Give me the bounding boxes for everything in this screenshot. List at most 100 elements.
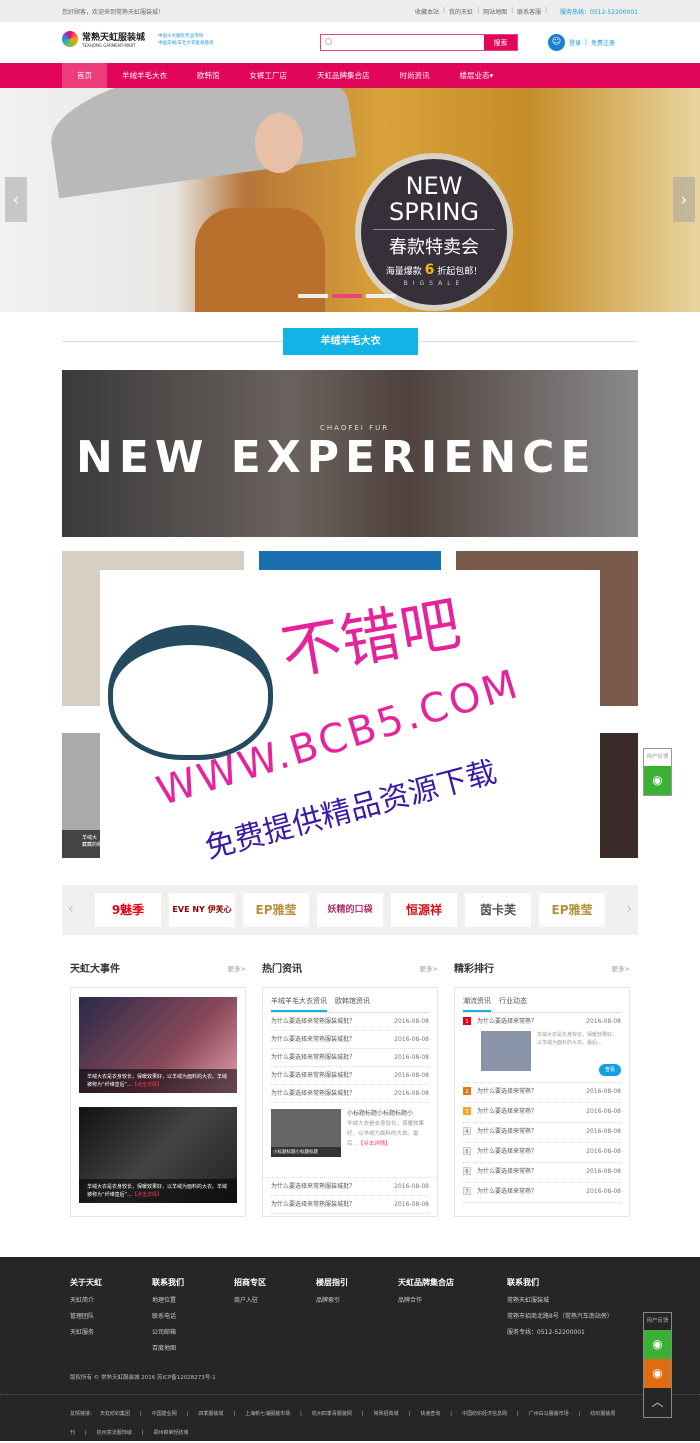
item-date: 2016-08-08 (394, 1183, 429, 1190)
brand-logo[interactable]: 恒源祥 (391, 893, 457, 927)
tab-euro-news[interactable]: 欧韩馆资讯 (335, 996, 370, 1012)
tab-cashmere-news[interactable]: 羊绒羊毛大衣资讯 (271, 996, 327, 1012)
tab-trend[interactable]: 潮流资讯 (463, 996, 491, 1012)
footer-link[interactable]: 品牌合作 (398, 1293, 454, 1309)
list-item[interactable]: 为什么要选择来常熟服装城批？ 2016-08-08 (271, 1196, 429, 1214)
list-item[interactable]: 为什么要选择来常熟服装城批？ 2016-08-08 (271, 1085, 429, 1103)
wechat-icon[interactable]: ◉ (644, 1330, 671, 1359)
list-item[interactable]: 为什么要选择来常熟服装城批？ 2016-08-08 (271, 1178, 429, 1196)
friend-link[interactable]: 四季服装城 (198, 1411, 223, 1417)
brand-next-arrow[interactable]: › (626, 901, 632, 917)
hero-prev-arrow[interactable]: ‹ (5, 177, 27, 222)
footer-link[interactable]: 管理团队 (70, 1309, 102, 1325)
nav-home[interactable]: 首页 (62, 63, 107, 88)
friend-link[interactable]: 天虹纺织集团 (100, 1411, 130, 1417)
footer-link[interactable]: 百度地图 (152, 1341, 184, 1357)
item-date: 2016-08-08 (394, 1036, 429, 1043)
welcome-text: 您好顾客，欢迎来到常熟天虹服装城！ (62, 9, 165, 16)
brand-logo[interactable]: EVE NY 伊芙心悦 (169, 893, 235, 927)
friend-link[interactable]: 郑州锦荣轻纺城 (153, 1430, 188, 1436)
list-item[interactable]: 为什么要选择来常熟服装城批？ 2016-08-08 (271, 1013, 429, 1031)
slider-dot[interactable] (298, 294, 328, 298)
feedback-button[interactable]: 用户反馈 (644, 749, 671, 766)
friend-link[interactable]: 中国纺织经济信息网 (462, 1411, 507, 1417)
footer-link[interactable]: 天虹服务 (70, 1325, 102, 1341)
friend-link[interactable]: 快递查询 (420, 1411, 440, 1417)
footer-link[interactable]: 品牌索引 (316, 1293, 348, 1309)
more-link[interactable]: 更多> (420, 963, 438, 973)
footer-link[interactable]: 地理位置 (152, 1293, 184, 1309)
search-input[interactable] (321, 35, 484, 50)
nav-pants-factory[interactable]: 女裤工厂店 (235, 63, 303, 88)
footer-column: 楼层指引 品牌索引 (316, 1275, 348, 1309)
list-item[interactable]: 2 为什么要选择来常熟？ 2016-08-08 (463, 1083, 621, 1103)
link-sitemap[interactable]: 网站地图 (483, 7, 507, 16)
register-link[interactable]: 免费注册 (591, 38, 615, 47)
rank-number: 4 (463, 1127, 471, 1135)
footer-link[interactable]: 公司邮箱 (152, 1325, 184, 1341)
tab-industry[interactable]: 行业动态 (499, 996, 527, 1012)
logo[interactable]: 常熟天虹服装城 TEXHONG GARMENT-MART (62, 30, 145, 48)
nav-fashion-news[interactable]: 时尚资讯 (385, 63, 445, 88)
weibo-icon[interactable]: ◉ (644, 1359, 671, 1388)
footer-link[interactable]: 联系电话 (152, 1309, 184, 1325)
footer-link[interactable]: 天虹简介 (70, 1293, 102, 1309)
link-service[interactable]: 联系客服 (517, 7, 541, 16)
rank-number: 2 (463, 1087, 471, 1095)
event-item[interactable]: 羊绒大衣是衣身较长，保暖效果好，以羊绒为面料的大衣。羊绒被称为“纤维皇后”...… (79, 997, 237, 1093)
hero-next-arrow[interactable]: › (673, 177, 695, 222)
slider-dots (298, 294, 396, 298)
link-my-texhong[interactable]: 我的天虹 (449, 7, 473, 16)
top-links: 收藏本站 | 我的天虹 | 网站地图 | 联系客服 | (415, 7, 548, 16)
slider-dot[interactable] (366, 294, 396, 298)
list-item[interactable]: 4 为什么要选择来常熟？ 2016-08-08 (463, 1123, 621, 1143)
more-link[interactable]: 更多> (612, 963, 630, 973)
brand-prev-arrow[interactable]: ‹ (68, 901, 74, 917)
brand-logo[interactable]: EP雅莹 (539, 893, 605, 927)
nav-euro-korean[interactable]: 欧韩馆 (182, 63, 235, 88)
ranking-item[interactable]: 1 为什么要选择来常熟？ 2016-08-08 (463, 1013, 621, 1031)
banner-sub: CHAOFEI FUR (320, 424, 390, 432)
list-item[interactable]: 为什么要选择来常熟服装城批？ 2016-08-08 (271, 1067, 429, 1085)
back-to-top-icon[interactable]: ︿ (644, 1388, 671, 1417)
banner-text: NEW EXPERIENCE (76, 432, 597, 483)
feedback-button[interactable]: 用户反馈 (644, 1313, 671, 1330)
item-date: 2016-08-08 (586, 1088, 621, 1095)
news-feature[interactable]: 小标题标题小标题标题 小标题标题小标题标题小 羊绒大衣是衣身较长，保暖效果好，以羊… (271, 1109, 429, 1171)
search-button[interactable]: 搜索 (484, 35, 517, 50)
more-link[interactable]: 更多> (228, 963, 246, 973)
list-item[interactable]: 6 为什么要选择来常熟？ 2016-08-08 (463, 1163, 621, 1183)
footer-link[interactable]: 商户入驻 (234, 1293, 266, 1309)
brand-logo[interactable]: 9魅季 (95, 893, 161, 927)
slider-dot-active[interactable] (332, 294, 362, 298)
friend-link[interactable]: 中国建业网 (152, 1411, 177, 1417)
friend-link[interactable]: 广州白马服装市场 (529, 1411, 569, 1417)
list-item[interactable]: 3 为什么要选择来常熟？ 2016-08-08 (463, 1103, 621, 1123)
footer-column: 联系我们 地理位置 联系电话 公司邮箱 百度地图 (152, 1275, 184, 1357)
item-date: 2016-08-08 (394, 1054, 429, 1061)
list-item[interactable]: 7 为什么要选择来常熟？ 2016-08-08 (463, 1183, 621, 1203)
list-item[interactable]: 为什么要选择来常熟服装城批？ 2016-08-08 (271, 1031, 429, 1049)
panel-title: 天虹大事件 (70, 964, 120, 975)
footer: 关于天虹 天虹简介 管理团队 天虹服务 联系我们 地理位置 联系电话 公司邮箱 百度地图 招商专区… (0, 1257, 700, 1441)
nav-brand-store[interactable]: 天虹品牌集合店 (302, 63, 385, 88)
event-item[interactable]: 羊绒大衣是衣身较长，保暖效果好，以羊绒为面料的大衣。羊绒被称为“纤维皇后”...… (79, 1107, 237, 1203)
nav-cashmere[interactable]: 羊绒羊毛大衣 (107, 63, 182, 88)
wechat-icon[interactable]: ◉ (644, 766, 671, 795)
friend-link[interactable]: 杭州四季青服装网 (312, 1411, 352, 1417)
list-item[interactable]: 为什么要选择来常熟服装城批？ 2016-08-08 (271, 1049, 429, 1067)
friend-link[interactable]: 杭州意法服饰城 (97, 1430, 132, 1436)
nav-floors[interactable]: 楼层业态▾ (445, 63, 509, 88)
hero-slider[interactable]: NEW SPRING 春款特卖会 海量爆款 6 折起包邮！ BIGSALE ‹ › (0, 88, 700, 312)
friend-link[interactable]: 常熟招商城 (374, 1411, 399, 1417)
friend-link[interactable]: 上海新七浦服装市场 (245, 1411, 290, 1417)
view-button[interactable]: 查看 (598, 1064, 621, 1076)
category-banner[interactable]: CHAOFEI FUR NEW EXPERIENCE (62, 370, 638, 537)
login-link[interactable]: 登录 (569, 38, 581, 47)
brand-logo[interactable]: 茵卡芙 (465, 893, 531, 927)
promo-badge: NEW SPRING 春款特卖会 海量爆款 6 折起包邮！ BIGSALE (355, 153, 513, 311)
brand-logo[interactable]: 妖精的口袋 (317, 893, 383, 927)
link-favorite[interactable]: 收藏本站 (415, 7, 439, 16)
list-item[interactable]: 5 为什么要选择来常熟？ 2016-08-08 (463, 1143, 621, 1163)
brand-logo[interactable]: EP雅莹 (243, 893, 309, 927)
